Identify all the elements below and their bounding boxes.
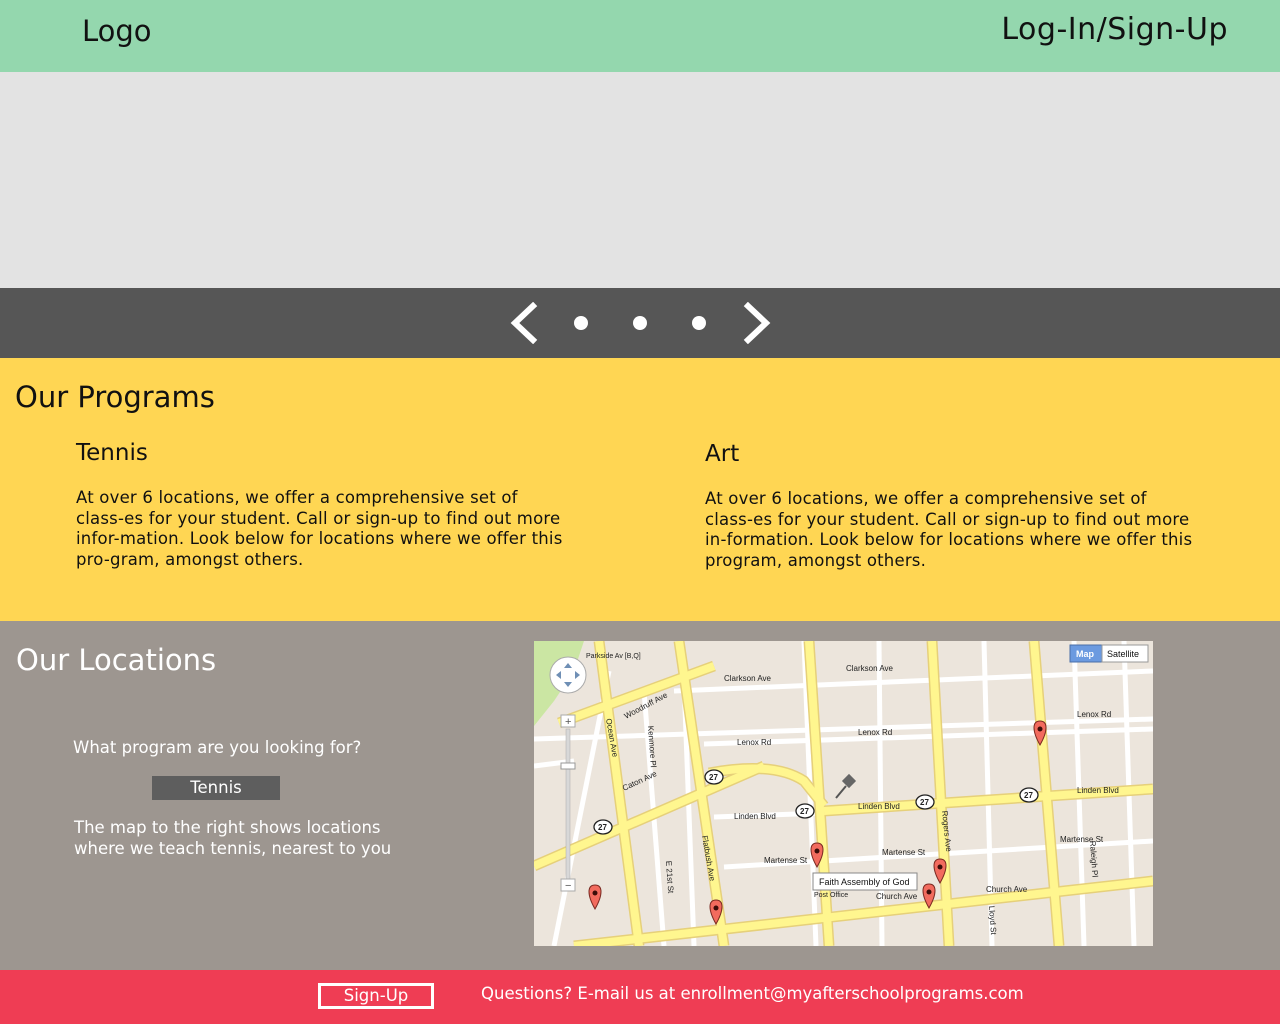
- street-label: Linden Blvd: [734, 812, 776, 821]
- locations-section: Our Locations What program are you looki…: [0, 621, 1280, 970]
- street-label: Parkside Av [B,Q]: [586, 653, 641, 660]
- route-label: 27: [800, 807, 809, 816]
- street-label: Martense St: [882, 848, 926, 857]
- program-name-art: Art: [705, 441, 740, 467]
- map-type-control[interactable]: Map Satellite: [1069, 644, 1149, 663]
- street-label: Raleigh Pl: [1088, 841, 1100, 878]
- route-label: 27: [920, 798, 929, 807]
- program-select[interactable]: Tennis: [152, 776, 280, 800]
- street-label: Lenox Rd: [737, 738, 771, 747]
- carousel-dot-2[interactable]: [633, 316, 647, 330]
- map-note: The map to the right shows locations whe…: [74, 818, 392, 858]
- pushpin-icon: [835, 773, 857, 799]
- route-label: 27: [1024, 791, 1033, 800]
- zoom-in-icon[interactable]: +: [565, 716, 571, 728]
- map-type-map-label: Map: [1076, 649, 1095, 659]
- chevron-left-icon[interactable]: [505, 302, 545, 344]
- street-label: E 21st St: [664, 861, 675, 895]
- street-label: Church Ave: [876, 892, 918, 901]
- carousel-dot-1[interactable]: [574, 316, 588, 330]
- zoom-slider-track[interactable]: [565, 728, 571, 880]
- programs-title: Our Programs: [15, 380, 215, 414]
- route-label: 27: [598, 823, 607, 832]
- hero-banner: [0, 72, 1280, 288]
- map-tooltip: Faith Assembly of God: [812, 872, 918, 891]
- street-label: Church Ave: [986, 885, 1028, 894]
- street-label: Clarkson Ave: [724, 674, 772, 683]
- locations-title: Our Locations: [16, 643, 217, 677]
- program-name-tennis: Tennis: [76, 440, 148, 466]
- program-question-label: What program are you looking for?: [73, 738, 362, 757]
- zoom-out-icon[interactable]: −: [565, 880, 571, 892]
- street-label: Martense St: [764, 856, 808, 865]
- street-label: Linden Blvd: [858, 802, 900, 811]
- locations-map[interactable]: Clarkson Ave Clarkson Ave Lenox Rd Lenox…: [534, 641, 1153, 946]
- street-label: Lenox Rd: [858, 728, 892, 737]
- carousel-dot-3[interactable]: [692, 316, 706, 330]
- chevron-right-icon[interactable]: [738, 302, 778, 344]
- footer-bar: Sign-Up Questions? E-mail us at enrollme…: [0, 970, 1280, 1024]
- zoom-slider-handle[interactable]: [560, 762, 576, 770]
- street-label: Clarkson Ave: [846, 664, 894, 673]
- programs-section: Our Programs Tennis At over 6 locations,…: [0, 358, 1280, 621]
- map-pin[interactable]: [588, 884, 602, 911]
- street-label: Linden Blvd: [1077, 786, 1119, 795]
- login-signup-link[interactable]: Log-In/Sign-Up: [1001, 12, 1228, 47]
- street-label: Lloyd St: [987, 906, 998, 936]
- map-type-satellite-label: Satellite: [1107, 649, 1139, 659]
- program-description-art: At over 6 locations, we offer a comprehe…: [705, 489, 1193, 570]
- program-description-tennis: At over 6 locations, we offer a comprehe…: [76, 488, 563, 569]
- map-tooltip-text: Faith Assembly of God: [819, 877, 910, 887]
- route-label: 27: [709, 773, 718, 782]
- street-label: Post Office: [814, 892, 848, 899]
- signup-button[interactable]: Sign-Up: [318, 983, 434, 1009]
- header-bar: Logo Log-In/Sign-Up: [0, 0, 1280, 72]
- contact-email-text: Questions? E-mail us at enrollment@myaft…: [481, 984, 1024, 1003]
- logo[interactable]: Logo: [82, 14, 152, 48]
- street-label: Lenox Rd: [1077, 710, 1111, 719]
